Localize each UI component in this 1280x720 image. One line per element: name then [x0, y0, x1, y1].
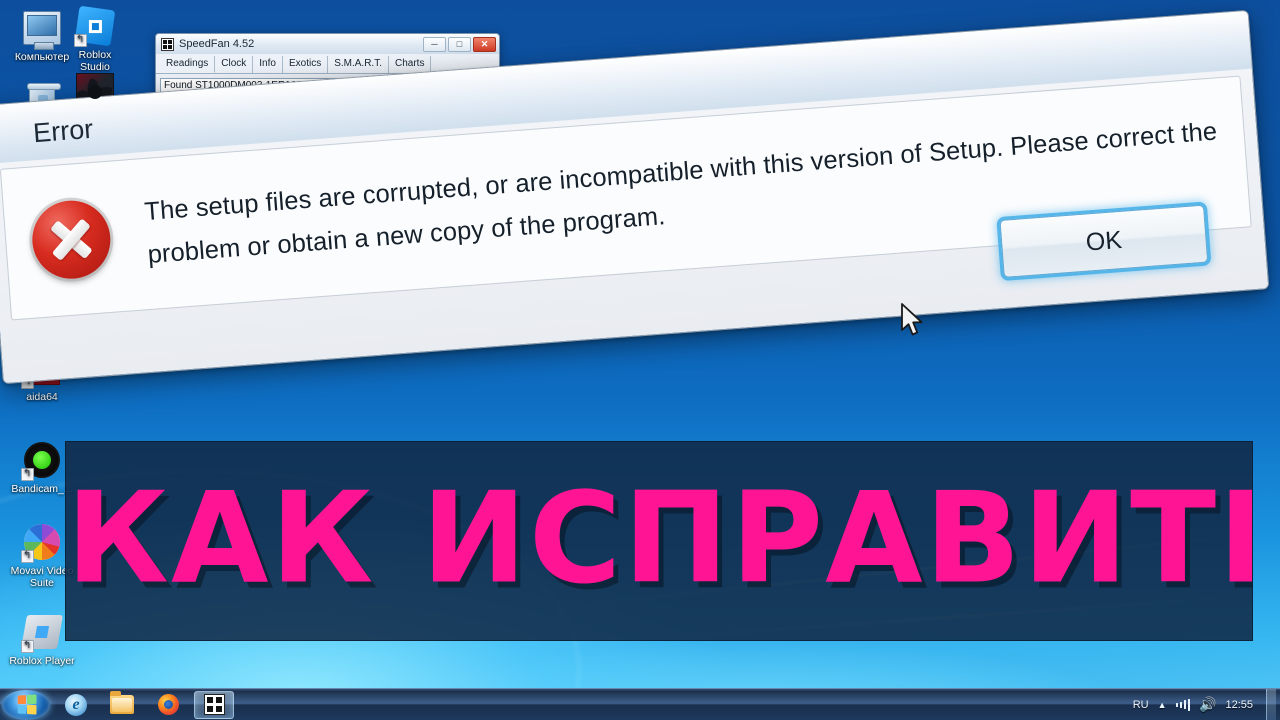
- mouse-cursor-icon: [901, 303, 923, 336]
- desktop-icon-label: Roblox Studio: [78, 49, 112, 73]
- tab-smart[interactable]: S.M.A.R.T.: [328, 56, 389, 73]
- shortcut-overlay-icon: [74, 34, 87, 47]
- show-desktop-button[interactable]: [1266, 688, 1276, 720]
- tab-readings[interactable]: Readings: [160, 56, 216, 73]
- error-circle-x-icon: [29, 197, 114, 282]
- tab-info[interactable]: Info: [253, 56, 283, 73]
- roblox-player-icon: [21, 612, 62, 653]
- close-button[interactable]: ✕: [473, 36, 496, 52]
- firefox-icon: [157, 694, 179, 715]
- shortcut-overlay-icon: [21, 640, 34, 653]
- speedfan-icon: [203, 694, 225, 715]
- windows-logo-icon: [17, 694, 36, 715]
- tab-clock[interactable]: Clock: [215, 56, 254, 73]
- tray-language-indicator[interactable]: RU: [1133, 699, 1149, 711]
- speedfan-window-controls: ─ □ ✕: [423, 36, 496, 52]
- volume-icon[interactable]: 🔊: [1199, 696, 1216, 713]
- taskbar-item-firefox[interactable]: [148, 691, 188, 719]
- desktop-icon-roblox-studio[interactable]: Roblox Studio: [55, 5, 135, 73]
- folder-icon: [110, 691, 134, 714]
- speedfan-title: SpeedFan 4.52: [179, 38, 255, 50]
- internet-explorer-icon: [65, 693, 87, 716]
- tab-charts[interactable]: Charts: [389, 56, 432, 73]
- desktop-icon-label: aida64: [26, 391, 58, 403]
- speedfan-app-icon: [161, 37, 174, 51]
- maximize-button[interactable]: □: [448, 36, 471, 52]
- speedfan-title-bar[interactable]: SpeedFan 4.52 ─ □ ✕: [156, 34, 499, 54]
- bandicam-icon: [21, 440, 62, 481]
- taskbar[interactable]: RU ▲ 🔊 12:55: [0, 688, 1280, 720]
- taskbar-item-windows-explorer[interactable]: [102, 691, 142, 719]
- system-tray: RU ▲ 🔊 12:55: [1133, 688, 1280, 720]
- error-dialog-title: Error: [32, 113, 95, 149]
- show-hidden-icons-button[interactable]: ▲: [1158, 700, 1167, 710]
- desktop-icon-label: Roblox Player: [9, 655, 75, 667]
- roblox-studio-icon: [74, 5, 116, 47]
- start-button[interactable]: [2, 689, 50, 720]
- tab-exotics[interactable]: Exotics: [283, 56, 329, 73]
- taskbar-item-speedfan[interactable]: [194, 690, 234, 719]
- tray-clock[interactable]: 12:55: [1225, 699, 1253, 711]
- minimize-button[interactable]: ─: [423, 36, 446, 52]
- network-icon[interactable]: [1175, 698, 1191, 711]
- banner-title-text: КАК ИСПРАВИТЬ?: [66, 464, 1252, 612]
- shortcut-overlay-icon: [21, 468, 34, 481]
- video-title-banner: КАК ИСПРАВИТЬ?: [65, 441, 1253, 641]
- shortcut-overlay-icon: [21, 550, 34, 563]
- movavi-icon: [21, 522, 62, 563]
- taskbar-item-internet-explorer[interactable]: [56, 691, 96, 719]
